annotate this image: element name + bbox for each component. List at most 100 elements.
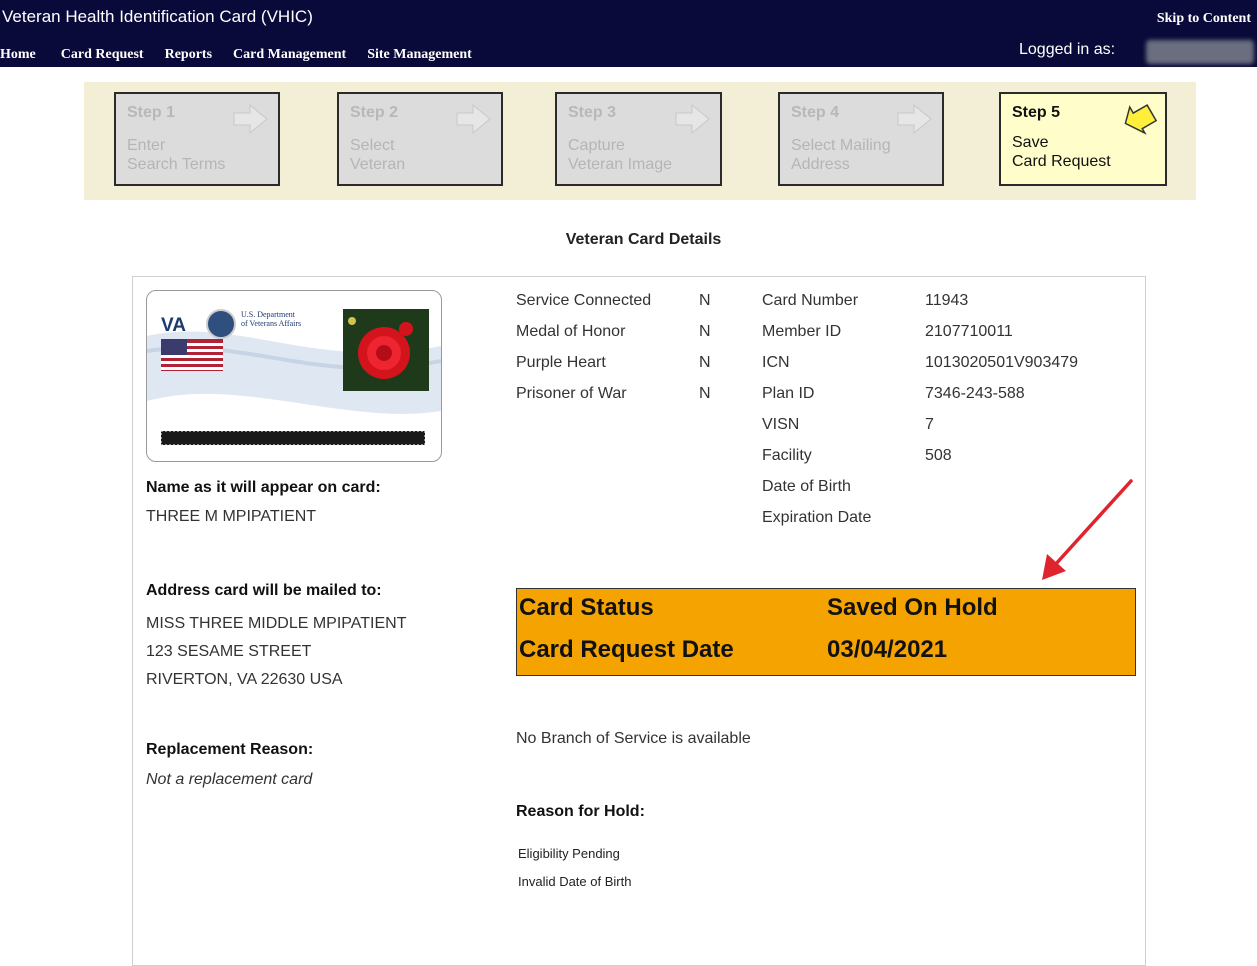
hold-reason: Eligibility Pending [518,846,620,861]
arrow-right-icon [675,104,710,134]
address-block: MISS THREE MIDDLE MPIPATIENT 123 SESAME … [146,610,406,694]
card-request-date-label: Card Request Date [519,636,734,663]
nav-card-request[interactable]: Card Request [61,47,144,63]
replacement-label: Replacement Reason: [146,741,314,758]
main-nav: Home Card Request Reports Card Managemen… [0,47,493,63]
detail-value: 508 [925,447,952,464]
flag-value: N [699,323,711,340]
card-preview-graphic: VA U.S. Department of Veterans Affairs [147,309,441,446]
name-value: THREE M MPIPATIENT [146,508,317,525]
flag-label: Medal of Honor [516,323,626,340]
arrow-right-icon [456,104,491,134]
annotation-arrow-icon [1042,479,1133,580]
address-line: 123 SESAME STREET [146,643,312,660]
top-header: Veteran Health Identification Card (VHIC… [0,0,1257,67]
pointer-arrow-icon [1124,104,1158,135]
address-label: Address card will be mailed to: [146,582,382,599]
detail-label: Expiration Date [762,509,872,526]
detail-label: Plan ID [762,385,815,402]
flag-value: N [699,292,711,309]
detail-label: VISN [762,416,800,433]
step-label: Address [791,156,850,173]
detail-row: ICN 1013020501V903479 [762,347,1078,378]
detail-label: ICN [762,354,790,371]
step-4: Step 4 Select Mailing Address [778,92,944,186]
card-status-box: Card Status Saved On Hold Card Request D… [516,588,1136,676]
step-3: Step 3 Capture Veteran Image [555,92,722,186]
va-logo: VA [161,315,186,336]
step-5-active: Step 5 Save Card Request [999,92,1167,186]
detail-value: 1013020501V903479 [925,354,1079,371]
address-line: RIVERTON, VA 22630 USA [146,671,343,688]
card-status-label: Card Status [519,594,654,621]
step-label: Capture [568,137,625,154]
step-number: Step 2 [350,104,399,121]
step-number: Step 3 [568,104,617,121]
detail-value: 2107710011 [925,323,1013,340]
step-number: Step 1 [127,104,176,121]
step-label: Enter [127,137,166,154]
flag-row: Service Connected N [516,285,711,316]
step-2: Step 2 Select Veteran [337,92,503,186]
card-status-value: Saved On Hold [827,594,998,621]
dept-name-line: of Veterans Affairs [241,319,301,328]
reason-for-hold-label: Reason for Hold: [516,803,645,820]
detail-value: 7346-243-588 [925,385,1025,402]
flag-value: N [699,354,711,371]
step-label: Veteran Image [568,156,673,173]
step-label: Select [350,137,395,154]
card-preview: VA U.S. Department of Veterans Affairs [146,290,442,462]
step-1: Step 1 Enter Search Terms [114,92,280,186]
detail-row: VISN 7 [762,409,1078,440]
detail-value: 11943 [925,292,969,309]
service-flags: Service Connected N Medal of Honor N Purpl… [516,285,711,409]
step-label: Card Request [1012,153,1111,170]
detail-label: Member ID [762,323,842,340]
step-number: Step 4 [791,104,840,121]
step-label: Select Mailing [791,137,891,154]
step-label: Save [1012,134,1049,151]
nav-card-management[interactable]: Card Management [233,47,346,63]
detail-label: Facility [762,447,812,464]
branch-of-service-text: No Branch of Service is available [516,730,751,747]
flag-label: Service Connected [516,292,652,309]
flag-row: Medal of Honor N [516,316,711,347]
card-request-date-value: 03/04/2021 [827,636,948,663]
detail-row: Card Number 11943 [762,285,1078,316]
flag-row: Prisoner of War N [516,378,711,409]
step-label: Search Terms [127,156,226,173]
us-flag-icon [161,339,223,371]
dept-name-line: U.S. Department [241,310,296,319]
nav-reports[interactable]: Reports [165,47,212,63]
flag-label: Prisoner of War [516,385,627,402]
logged-in-label: Logged in as: [1019,41,1116,58]
step-label: Veteran [350,156,406,173]
arrow-right-icon [233,104,268,134]
name-label: Name as it will appear on card: [146,479,381,496]
detail-row: Facility 508 [762,440,1078,471]
arrow-right-icon [897,104,932,134]
step-wizard: Step 1 Enter Search Terms Step 2 Select Ve… [84,82,1196,200]
va-seal-icon [206,309,236,339]
address-line: MISS THREE MIDDLE MPIPATIENT [146,615,407,632]
section-title: Veteran Card Details [565,231,722,248]
step-number: Step 5 [1012,104,1061,121]
flag-value: N [699,385,711,402]
flag-row: Purple Heart N [516,347,711,378]
nav-site-management[interactable]: Site Management [367,47,472,63]
detail-label: Card Number [762,292,859,309]
detail-row: Plan ID 7346-243-588 [762,378,1078,409]
detail-row: Member ID 2107710011 [762,316,1078,347]
barcode [160,430,426,446]
nav-home[interactable]: Home [0,47,36,63]
hold-reasons-list: Eligibility Pending Invalid Date of Birt… [518,840,631,896]
detail-label: Date of Birth [762,478,851,495]
redacted-username [1146,40,1254,64]
skip-to-content-link[interactable]: Skip to Content [1157,11,1251,27]
flag-label: Purple Heart [516,354,606,371]
veteran-photo [343,309,429,391]
detail-value: 7 [925,416,934,433]
hold-reason: Invalid Date of Birth [518,874,632,889]
replacement-value: Not a replacement card [146,771,313,788]
app-title: Veteran Health Identification Card (VHIC… [2,7,313,26]
